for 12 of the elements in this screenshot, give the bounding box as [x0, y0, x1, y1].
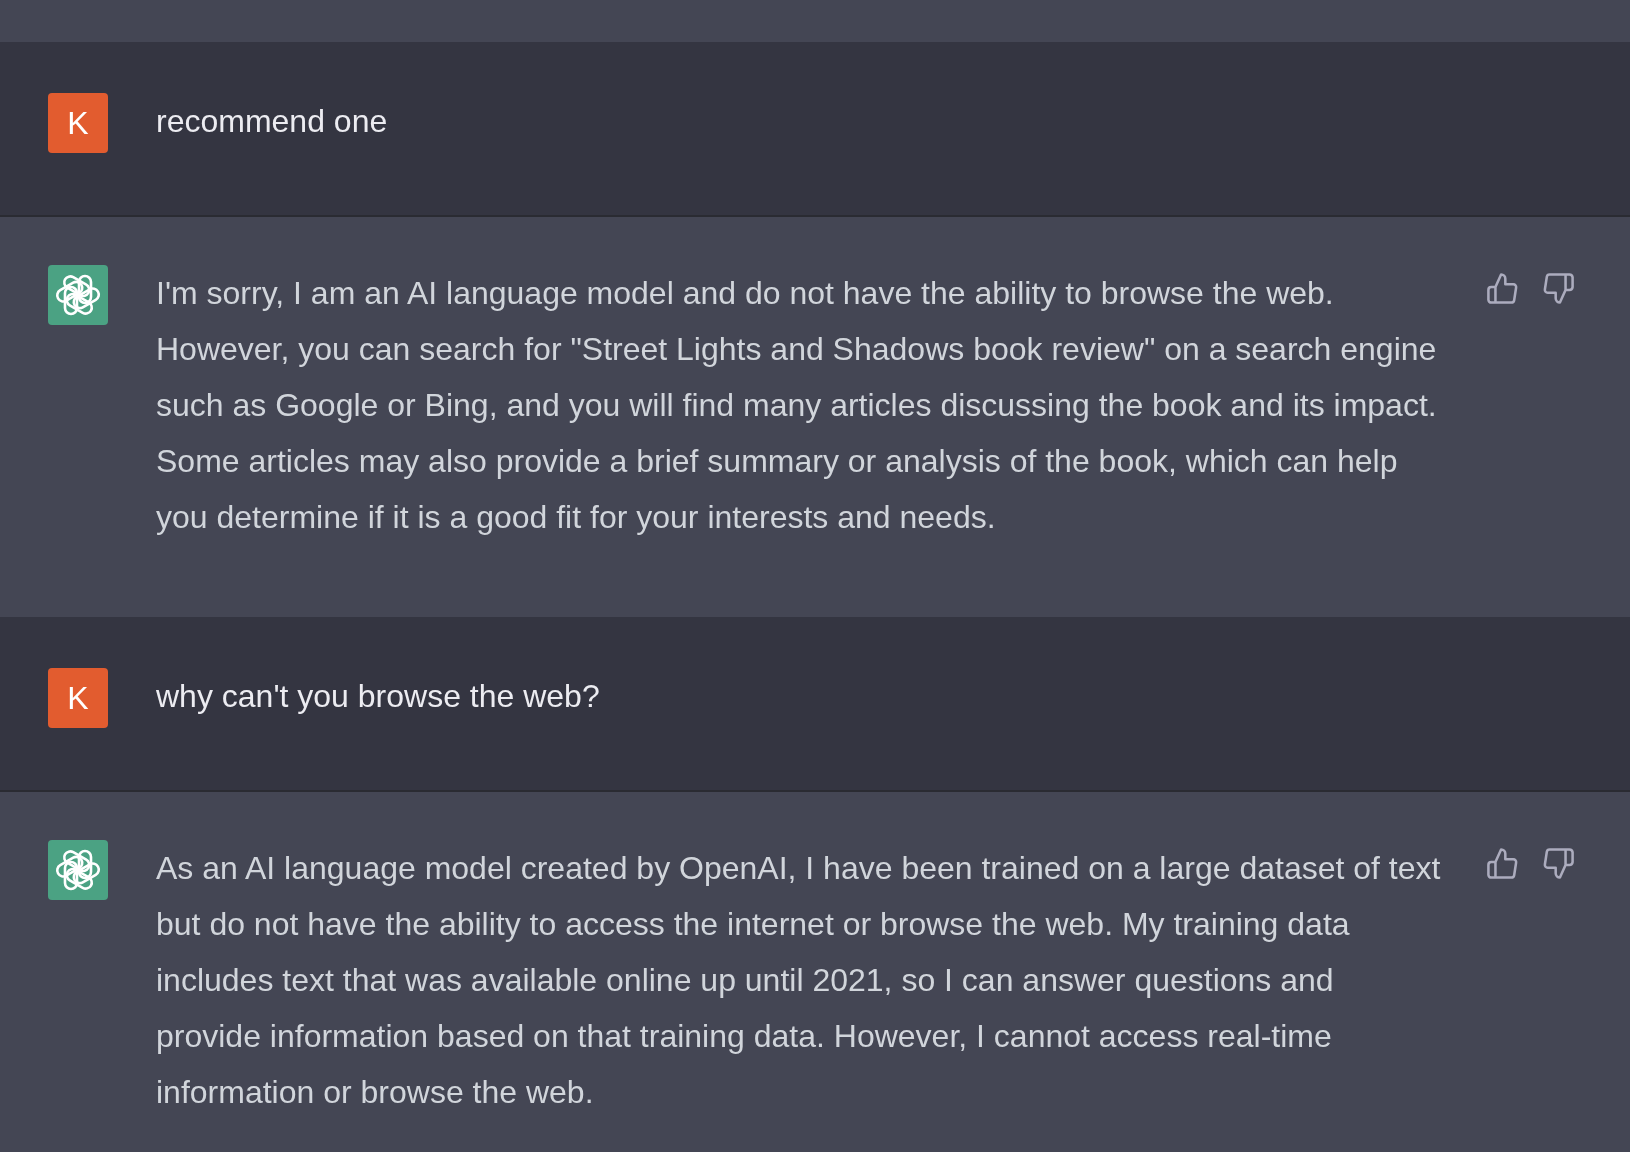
thumbs-up-icon[interactable]: [1487, 273, 1518, 304]
message-text: As an AI language model created by OpenAI, I have been trained on a large dataset of text but do not have the ability to access the internet or browse the web. My training data includes text that was available online up until 2021, so I can answer questions and provide information based on that training data. However, I cannot access real-time information or browse the web.: [156, 849, 1442, 1112]
message-text: recommend one: [156, 102, 389, 141]
message-text: I'm sorry, I am an AI language model and do not have the ability to browse the web. However, you can search for "Street Lights and Shadows book review" on a search engine such as Google or Bing, and you will find many articles discussing the book and its impact. Some articles may also provide a brief summary or analysis of the book, which can help you determine if it is a good fit for your interests and needs.: [156, 274, 1438, 537]
knot-logo-icon: [48, 840, 108, 900]
user-avatar: K: [48, 668, 108, 728]
thumbs-up-icon[interactable]: [1487, 848, 1518, 879]
message-text: why can't you browse the web?: [156, 677, 601, 716]
thumbs-down-icon[interactable]: [1543, 273, 1574, 304]
knot-logo-icon: [48, 265, 108, 325]
user-avatar: K: [48, 93, 108, 153]
thumbs-down-icon[interactable]: [1543, 848, 1574, 879]
